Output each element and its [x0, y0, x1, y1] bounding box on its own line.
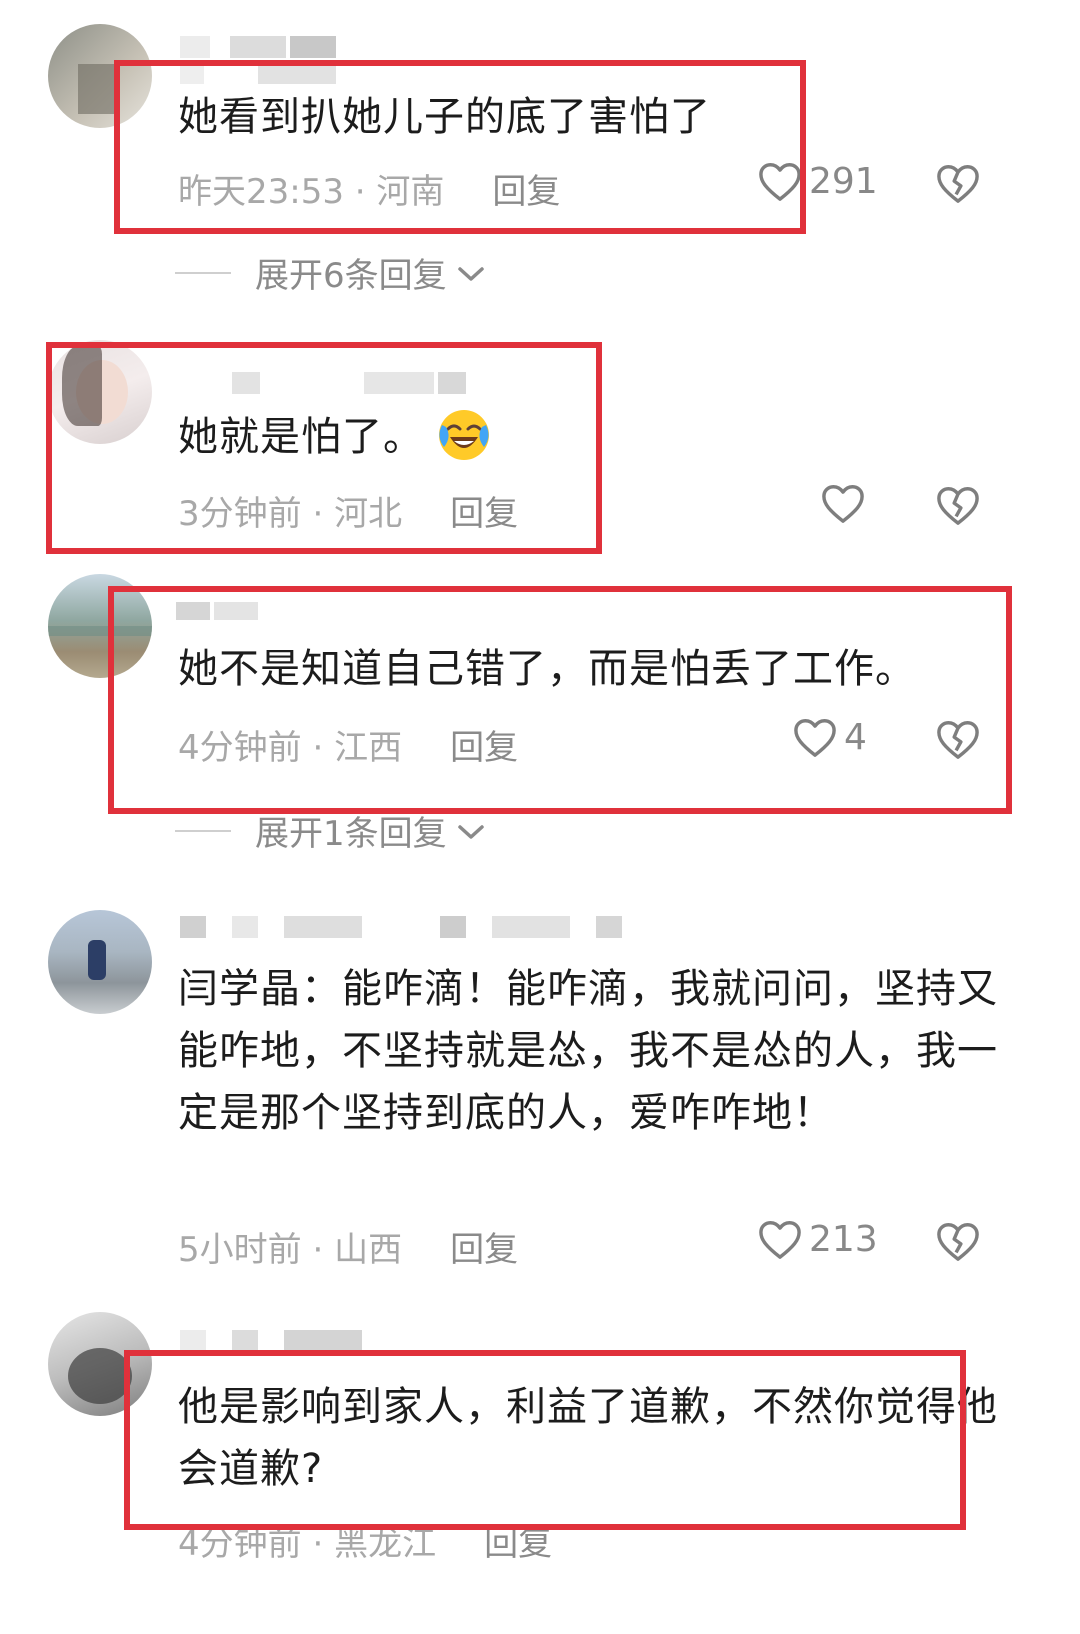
comment-meta: 昨天23:53 · 河南 回复	[178, 164, 560, 213]
reply-button[interactable]: 回复	[492, 172, 560, 212]
heart-outline-icon	[792, 716, 838, 758]
meta-separator: ·	[301, 1524, 335, 1564]
comment-location: 河北	[334, 494, 403, 534]
comment-meta: 3分钟前 · 河北 回复	[178, 486, 518, 535]
expand-replies-label: 展开6条回复	[255, 256, 447, 296]
divider-line	[175, 829, 231, 832]
like-count: 291	[809, 160, 878, 202]
expand-replies-button[interactable]: 展开1条回复	[175, 806, 485, 855]
chevron-down-icon	[457, 811, 485, 851]
avatar[interactable]	[48, 1312, 152, 1416]
comment-text: 他是影响到家人，利益了道歉，不然你觉得他会道歉?	[178, 1384, 998, 1492]
dislike-button[interactable]	[935, 484, 981, 526]
divider-line	[175, 271, 231, 274]
heart-outline-icon	[757, 160, 803, 202]
heart-outline-icon	[820, 482, 866, 524]
like-count: 213	[809, 1218, 878, 1260]
meta-separator: ·	[301, 494, 335, 534]
comment-text-content: 她就是怕了。	[178, 414, 424, 460]
avatar[interactable]	[48, 340, 152, 444]
comment-text: 她就是怕了。	[178, 406, 1010, 468]
comment-time: 5小时前	[178, 1230, 302, 1270]
comment-location: 江西	[334, 728, 403, 768]
avatar[interactable]	[48, 574, 152, 678]
comment-location: 河南	[376, 172, 445, 212]
broken-heart-icon	[935, 162, 981, 204]
comment-location: 山西	[334, 1230, 403, 1270]
like-count: 4	[844, 716, 867, 758]
dislike-button[interactable]	[935, 1220, 981, 1262]
reply-button[interactable]: 回复	[450, 494, 518, 534]
broken-heart-icon	[935, 718, 981, 760]
meta-separator: ·	[301, 728, 335, 768]
chevron-down-icon	[457, 253, 485, 293]
comment-meta: 4分钟前 · 黑龙江 回复	[178, 1516, 552, 1565]
comment-text: 闫学晶：能咋滴！能咋滴，我就问问，坚持又能咋地，不坚持就是怂，我不是怂的人，我一…	[178, 966, 998, 1136]
like-button[interactable]: 4	[792, 716, 867, 758]
comment-time: 4分钟前	[178, 1524, 302, 1564]
heart-outline-icon	[757, 1218, 803, 1260]
comment-text: 她不是知道自己错了，而是怕丢了工作。	[178, 646, 916, 692]
meta-separator: ·	[301, 1230, 335, 1270]
like-button[interactable]: 291	[757, 160, 878, 202]
dislike-button[interactable]	[935, 718, 981, 760]
like-button[interactable]	[820, 482, 872, 524]
reply-button[interactable]: 回复	[450, 1230, 518, 1270]
comment-time: 3分钟前	[178, 494, 302, 534]
comment-text: 她看到扒她儿子的底了害怕了	[178, 94, 711, 140]
comment-time: 昨天23:53	[178, 172, 344, 212]
avatar[interactable]	[48, 24, 152, 128]
reply-button[interactable]: 回复	[450, 728, 518, 768]
avatar[interactable]	[48, 910, 152, 1014]
expand-replies-button[interactable]: 展开6条回复	[175, 248, 485, 297]
comment-meta: 5小时前 · 山西 回复	[178, 1222, 518, 1271]
comment-location: 黑龙江	[334, 1524, 437, 1564]
reply-button[interactable]: 回复	[484, 1524, 552, 1564]
meta-separator: ·	[343, 172, 377, 212]
comment-meta: 4分钟前 · 江西 回复	[178, 720, 518, 769]
broken-heart-icon	[935, 1220, 981, 1262]
highlight-box	[108, 586, 1012, 814]
laughing-crying-emoji-icon	[436, 407, 492, 463]
broken-heart-icon	[935, 484, 981, 526]
like-button[interactable]: 213	[757, 1218, 878, 1260]
dislike-button[interactable]	[935, 162, 981, 204]
expand-replies-label: 展开1条回复	[255, 814, 447, 854]
comment-time: 4分钟前	[178, 728, 302, 768]
